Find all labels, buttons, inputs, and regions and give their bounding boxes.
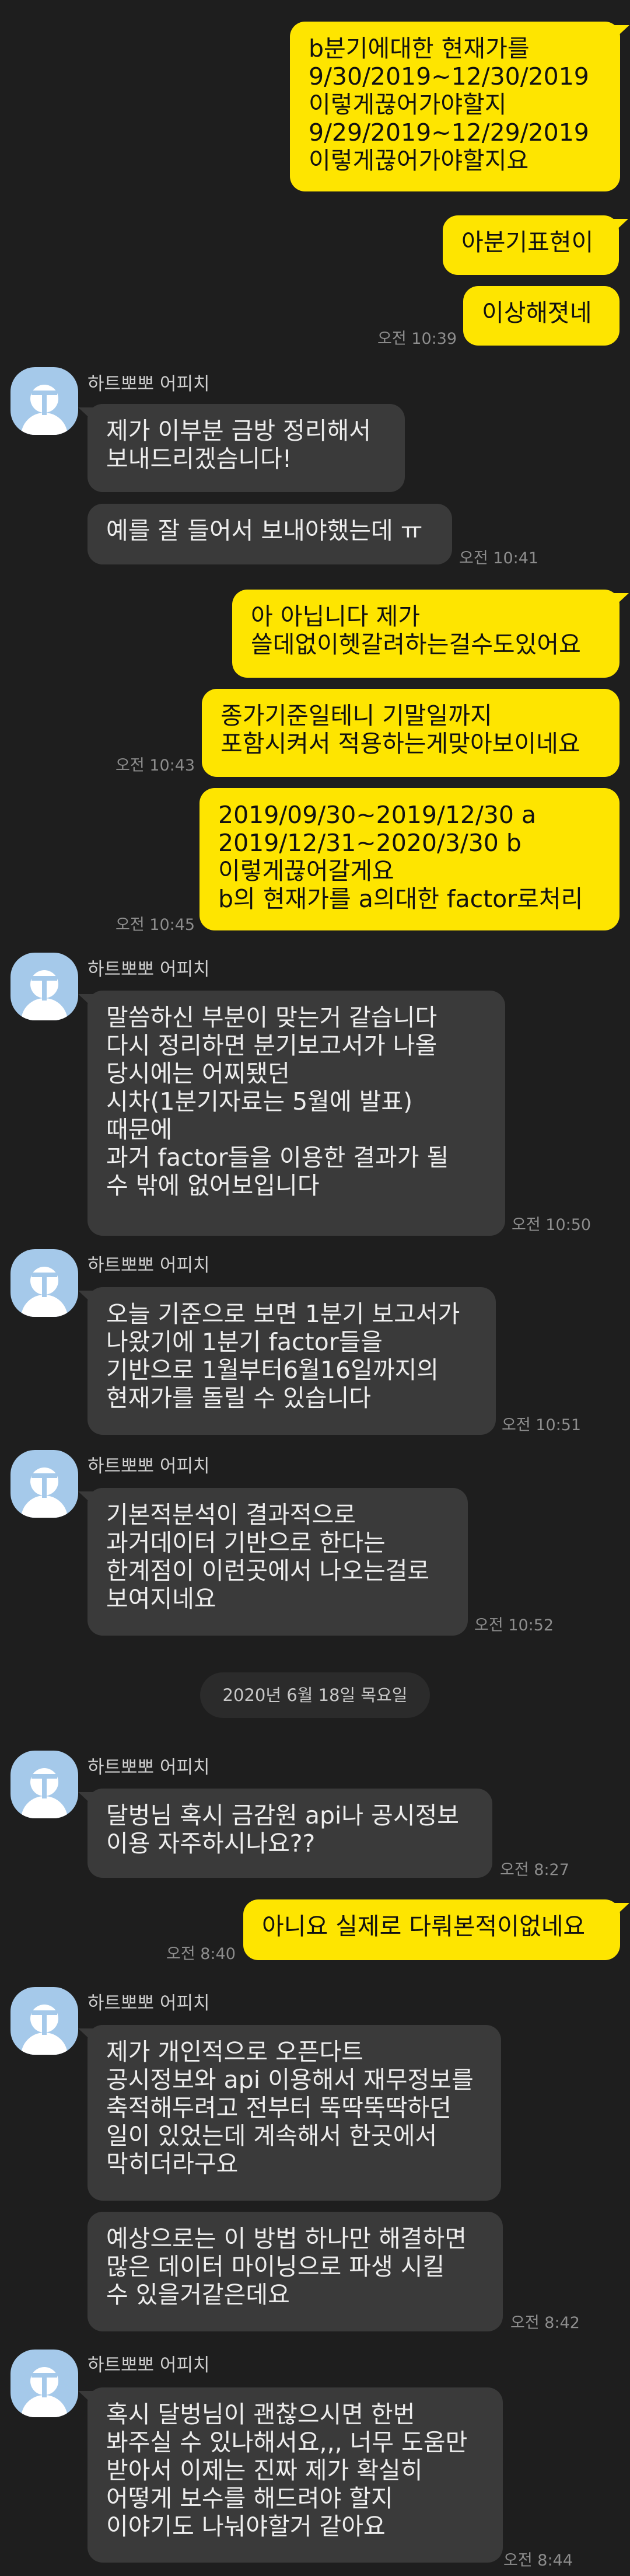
avatar[interactable] — [10, 2350, 78, 2417]
avatar[interactable] — [10, 1450, 78, 1518]
sender-name: 하트뽀뽀 어피치 — [88, 1757, 210, 1778]
timestamp: 오전 8:42 — [510, 2314, 580, 2332]
timestamp: 오전 10:45 — [116, 916, 195, 934]
timestamp: 오전 8:27 — [500, 1861, 569, 1879]
message-bubble-outgoing[interactable]: 아니요 실제로 다뤄본적이없네요 — [243, 1899, 629, 1960]
timestamp: 오전 10:39 — [377, 330, 457, 348]
message-bubble-incoming[interactable]: 예를 잘 들어서 보내야했는데 ㅠ — [88, 504, 452, 564]
avatar[interactable] — [10, 367, 78, 435]
timestamp: 오전 10:51 — [502, 1416, 582, 1434]
sender-name: 하트뽀뽀 어피치 — [88, 1993, 210, 2014]
avatar[interactable] — [10, 1987, 78, 2055]
message-bubble-incoming[interactable]: 말씀하신 부분이 맞는거 같습니다 다시 정리하면 분기보고서가 나올 당시에는… — [78, 991, 505, 1236]
message-bubble-incoming[interactable]: 기본적분석이 결과적으로 과거데이터 기반으로 한다는 한계점이 이런곳에서 나… — [78, 1488, 468, 1636]
timestamp: 오전 8:40 — [166, 1945, 236, 1963]
message-bubble-incoming[interactable]: 달벙님 혹시 금감원 api나 공시정보 이용 자주하시나요?? — [78, 1789, 492, 1878]
sender-name: 하트뽀뽀 어피치 — [88, 2355, 210, 2376]
timestamp: 오전 10:50 — [512, 1216, 592, 1234]
timestamp: 오전 10:52 — [474, 1616, 554, 1634]
timestamp: 오전 10:41 — [459, 549, 539, 567]
message-bubble-incoming[interactable]: 제가 이부분 금방 정리해서 보내드리겠슴니다! — [78, 404, 405, 492]
sender-name: 하트뽀뽀 어피치 — [88, 959, 210, 980]
sender-name: 하트뽀뽀 어피치 — [88, 374, 210, 395]
avatar[interactable] — [10, 1751, 78, 1818]
timestamp: 오전 10:43 — [116, 757, 195, 775]
timestamp: 오전 8:44 — [503, 2551, 573, 2570]
message-bubble-outgoing[interactable]: 2019/09/30~2019/12/30 a 2019/12/31~2020/… — [200, 788, 620, 930]
message-bubble-outgoing[interactable]: b분기에대한 현재가를 9/30/2019~12/30/2019 이렇게끊어가야… — [290, 22, 629, 191]
message-bubble-outgoing[interactable]: 이상해졋네 — [463, 286, 620, 346]
avatar[interactable] — [10, 953, 78, 1020]
sender-name: 하트뽀뽀 어피치 — [88, 1255, 210, 1276]
message-bubble-outgoing[interactable]: 아 아닙니다 제가 쓸데없이헷갈려하는걸수도있어요 — [232, 590, 629, 678]
message-bubble-outgoing[interactable]: 아분기표현이 — [443, 215, 628, 275]
message-bubble-incoming[interactable]: 예상으로는 이 방법 하나만 해결하면 많은 데이터 마이닝으로 파생 시킬 수… — [88, 2212, 503, 2331]
date-divider: 2020년 6월 18일 목요일 — [200, 1672, 430, 1718]
message-bubble-incoming[interactable]: 혹시 달벙님이 괜찮으시면 한번 봐주실 수 있나해서요,,, 너무 도움만 받… — [78, 2387, 503, 2563]
message-bubble-incoming[interactable]: 제가 개인적으로 오픈다트 공시정보와 api 이용해서 재무정보를 축적해두려… — [78, 2025, 501, 2201]
message-bubble-incoming[interactable]: 오늘 기준으로 보면 1분기 보고서가 나왔기에 1분기 factor들을 기반… — [78, 1287, 496, 1435]
message-bubble-outgoing[interactable]: 종가기준일테니 기말일까지 포함시켜서 적용하는게맞아보이네요 — [202, 689, 620, 777]
avatar[interactable] — [10, 1249, 78, 1317]
sender-name: 하트뽀뽀 어피치 — [88, 1456, 210, 1477]
